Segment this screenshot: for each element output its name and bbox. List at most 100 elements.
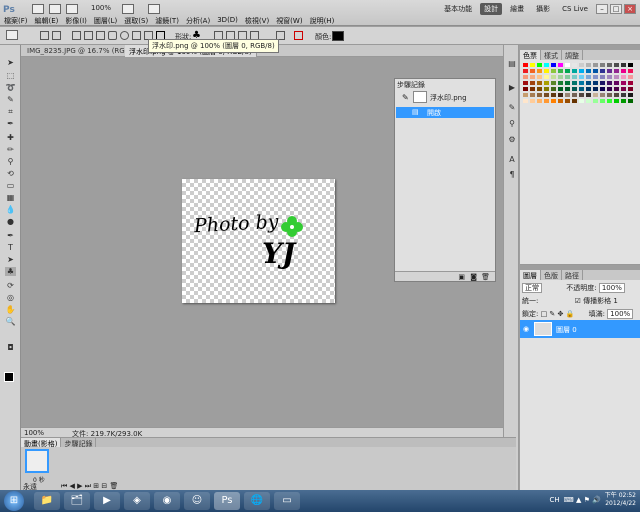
color-swatch[interactable] xyxy=(332,31,344,41)
workspace-design[interactable]: 設計 xyxy=(480,3,503,15)
tray-icons[interactable]: ⌨ ▲ ⚑ 🔊 xyxy=(564,496,601,504)
eraser-tool-icon[interactable]: ▭ xyxy=(5,181,16,190)
menu-item[interactable]: 選取(S) xyxy=(124,16,148,26)
clock[interactable]: 下午 02:52 2012/4/22 xyxy=(605,492,636,508)
tab-adjustments[interactable]: 調整 xyxy=(562,50,583,60)
tab-animation[interactable]: 動畫(影格) xyxy=(21,438,62,448)
swatch[interactable] xyxy=(564,98,571,104)
maximize-icon[interactable]: □ xyxy=(610,4,622,14)
brush-panel-icon[interactable]: ✎ xyxy=(507,103,517,112)
visibility-eye-icon[interactable]: ◉ xyxy=(523,325,529,333)
menu-item[interactable]: 檔案(F) xyxy=(4,16,28,26)
path-select-tool-icon[interactable]: ➤ xyxy=(5,255,16,264)
character-panel-icon[interactable]: A xyxy=(507,155,517,164)
type-tool-icon[interactable]: T xyxy=(5,243,16,252)
app-taskbar-icon[interactable]: ◈ xyxy=(124,492,150,510)
folder-taskbar-icon[interactable]: 🗂 xyxy=(64,492,90,510)
pen-icon[interactable] xyxy=(72,31,81,40)
foreground-color-swatch[interactable] xyxy=(4,372,14,382)
swatch[interactable] xyxy=(578,98,585,104)
clone-source-icon[interactable]: ⚲ xyxy=(507,119,517,128)
workspace-painting[interactable]: 繪畫 xyxy=(506,3,528,15)
blend-mode-select[interactable]: 正常 xyxy=(522,283,542,293)
rounded-rectangle-icon[interactable] xyxy=(108,31,117,40)
blur-tool-icon[interactable]: 💧 xyxy=(5,205,16,214)
swatch[interactable] xyxy=(522,98,529,104)
crop-tool-icon[interactable]: ⌗ xyxy=(5,107,16,116)
rectangle-icon[interactable] xyxy=(96,31,105,40)
brush-tool-icon[interactable]: ✏ xyxy=(5,145,16,154)
history-brush-tool-icon[interactable]: ⟲ xyxy=(5,169,16,178)
swatch[interactable] xyxy=(536,98,543,104)
polygon-icon[interactable] xyxy=(132,31,141,40)
opacity-input[interactable]: 100% xyxy=(598,283,625,293)
workspace-essentials[interactable]: 基本功能 xyxy=(440,3,476,15)
lock-pixels-icon[interactable]: □ ✎ ✥ 🔒 xyxy=(541,310,575,318)
swatch[interactable] xyxy=(599,98,606,104)
arrange-icon[interactable] xyxy=(148,4,160,14)
tab-channels[interactable]: 色版 xyxy=(541,270,562,280)
style-icon[interactable] xyxy=(294,31,303,40)
lasso-tool-icon[interactable]: ➰ xyxy=(5,83,16,92)
paragraph-panel-icon[interactable]: ¶ xyxy=(507,170,517,179)
ellipse-icon[interactable] xyxy=(120,31,129,40)
gradient-tool-icon[interactable]: ▦ xyxy=(5,193,16,202)
swatch[interactable] xyxy=(620,98,627,104)
workspace-photography[interactable]: 攝影 xyxy=(532,3,554,15)
messenger-taskbar-icon[interactable]: ☺ xyxy=(184,492,210,510)
photoshop-taskbar-icon[interactable]: Ps xyxy=(214,492,240,510)
new-document-icon[interactable]: ▣ xyxy=(458,273,465,281)
swatch[interactable] xyxy=(627,98,634,104)
window-taskbar-icon[interactable]: ▭ xyxy=(274,492,300,510)
swatch[interactable] xyxy=(529,98,536,104)
media-taskbar-icon[interactable]: ▶ xyxy=(94,492,120,510)
swatch[interactable] xyxy=(585,98,592,104)
hand-tool-icon[interactable]: ✋ xyxy=(5,305,16,314)
menu-item[interactable]: 影像(I) xyxy=(65,16,87,26)
marquee-tool-icon[interactable]: ⬚ xyxy=(5,71,16,80)
3d-orbit-tool-icon[interactable]: ◎ xyxy=(5,293,16,302)
trash-icon[interactable]: 🗑 xyxy=(481,273,490,281)
swatch[interactable] xyxy=(557,98,564,104)
new-snapshot-icon[interactable]: ◙ xyxy=(470,273,477,281)
menu-item[interactable]: 檢視(V) xyxy=(245,16,269,26)
globe-taskbar-icon[interactable]: 🌐 xyxy=(244,492,270,510)
history-snapshot[interactable]: ✎ 浮水印.png xyxy=(399,90,494,106)
language-indicator[interactable]: CH xyxy=(549,496,559,504)
history-panel-icon[interactable]: ▤ xyxy=(507,59,517,68)
explorer-taskbar-icon[interactable]: 📁 xyxy=(34,492,60,510)
3d-rotate-tool-icon[interactable]: ⟳ xyxy=(5,281,16,290)
menu-item[interactable]: 說明(H) xyxy=(310,16,335,26)
zoom-tool-icon[interactable]: 🔍 xyxy=(5,317,16,326)
zoom-status[interactable]: 100% xyxy=(24,429,44,437)
mini-bridge-icon[interactable] xyxy=(49,4,61,14)
menu-item[interactable]: 編輯(E) xyxy=(35,16,59,26)
menu-item[interactable]: 圖層(L) xyxy=(94,16,117,26)
menu-item[interactable]: 視窗(W) xyxy=(276,16,302,26)
chrome-taskbar-icon[interactable]: ◉ xyxy=(154,492,180,510)
eyedropper-tool-icon[interactable]: ✒ xyxy=(5,119,16,128)
history-tab[interactable]: 步驟記錄 xyxy=(397,80,425,90)
close-icon[interactable]: × xyxy=(624,4,636,14)
animation-frame[interactable] xyxy=(25,449,49,473)
quick-mask-icon[interactable]: ◘ xyxy=(5,343,16,352)
tool-presets-icon[interactable]: ⚙ xyxy=(507,135,517,144)
minimize-icon[interactable]: – xyxy=(596,4,608,14)
tool-preset-icon[interactable] xyxy=(6,30,18,40)
menu-item[interactable]: 分析(A) xyxy=(186,16,210,26)
tab-swatches[interactable]: 色票 xyxy=(520,50,541,60)
freeform-pen-icon[interactable] xyxy=(84,31,93,40)
swatch[interactable] xyxy=(571,98,578,104)
brush-source-icon[interactable]: ✎ xyxy=(402,93,409,102)
menu-item[interactable]: 濾鏡(T) xyxy=(155,16,179,26)
healing-brush-tool-icon[interactable]: ✚ xyxy=(5,133,16,142)
swatch[interactable] xyxy=(550,98,557,104)
document-canvas[interactable]: Photo by YJ xyxy=(182,179,335,303)
swatch[interactable] xyxy=(592,98,599,104)
screen-mode-icon[interactable] xyxy=(122,4,134,14)
start-button-icon[interactable]: ⊞ xyxy=(4,491,24,511)
fill-input[interactable]: 100% xyxy=(607,309,634,319)
swatch[interactable] xyxy=(606,98,613,104)
cs-live-button[interactable]: CS Live xyxy=(558,4,592,14)
tab-styles[interactable]: 樣式 xyxy=(541,50,562,60)
